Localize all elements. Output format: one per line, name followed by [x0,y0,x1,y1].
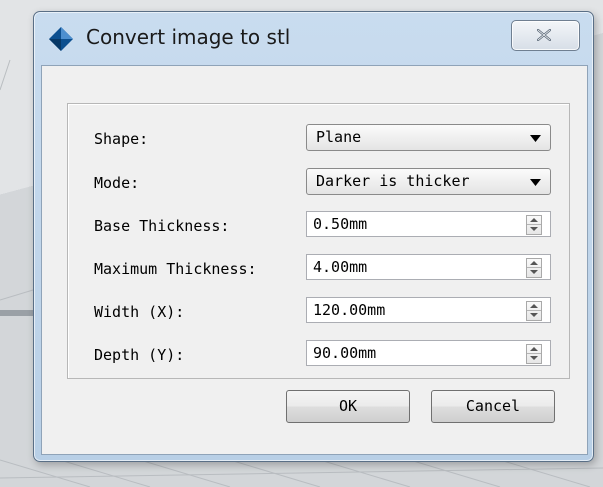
title-bar[interactable]: Convert image to stl [34,12,593,64]
stepper-up-icon[interactable] [530,261,538,265]
dialog-title: Convert image to stl [86,25,291,49]
base-thickness-spinbox[interactable]: 0.50mm [306,211,551,237]
width-spinbox[interactable]: 120.00mm [306,297,551,323]
cancel-button[interactable]: Cancel [431,390,555,423]
shape-label: Shape: [94,130,149,148]
depth-label: Depth (Y): [94,346,185,364]
stepper-down-icon[interactable] [530,313,538,317]
stepper-down-icon[interactable] [530,356,538,360]
base-thickness-stepper[interactable] [526,215,542,235]
convert-image-dialog: Convert image to stl Shape: Plane Mode: … [33,11,594,462]
stepper-down-icon[interactable] [530,270,538,274]
stepper-up-icon[interactable] [530,347,538,351]
base-thickness-label: Base Thickness: [94,217,230,235]
diamond-app-icon [49,27,73,51]
close-icon [537,29,551,41]
maximum-thickness-label: Maximum Thickness: [94,260,257,278]
maximum-thickness-value: 4.00mm [313,258,368,276]
width-stepper[interactable] [526,301,542,321]
shape-dropdown[interactable]: Plane [306,124,551,151]
depth-spinbox[interactable]: 90.00mm [306,340,551,366]
shape-value: Plane [316,128,362,146]
base-thickness-value: 0.50mm [313,215,368,233]
maximum-thickness-spinbox[interactable]: 4.00mm [306,254,551,280]
maximum-thickness-stepper[interactable] [526,258,542,278]
depth-stepper[interactable] [526,344,542,364]
close-button[interactable] [511,20,580,51]
ok-button[interactable]: OK [286,390,410,423]
dialog-body: Shape: Plane Mode: Darker is thicker Bas… [41,65,588,455]
mode-dropdown[interactable]: Darker is thicker [306,168,551,195]
width-value: 120.00mm [313,301,386,319]
stepper-up-icon[interactable] [530,218,538,222]
mode-value: Darker is thicker [316,172,470,190]
depth-value: 90.00mm [313,344,377,362]
stepper-up-icon[interactable] [530,304,538,308]
stepper-down-icon[interactable] [530,227,538,231]
mode-label: Mode: [94,174,140,192]
width-label: Width (X): [94,303,185,321]
chevron-down-icon [530,135,541,142]
chevron-down-icon [530,179,541,186]
